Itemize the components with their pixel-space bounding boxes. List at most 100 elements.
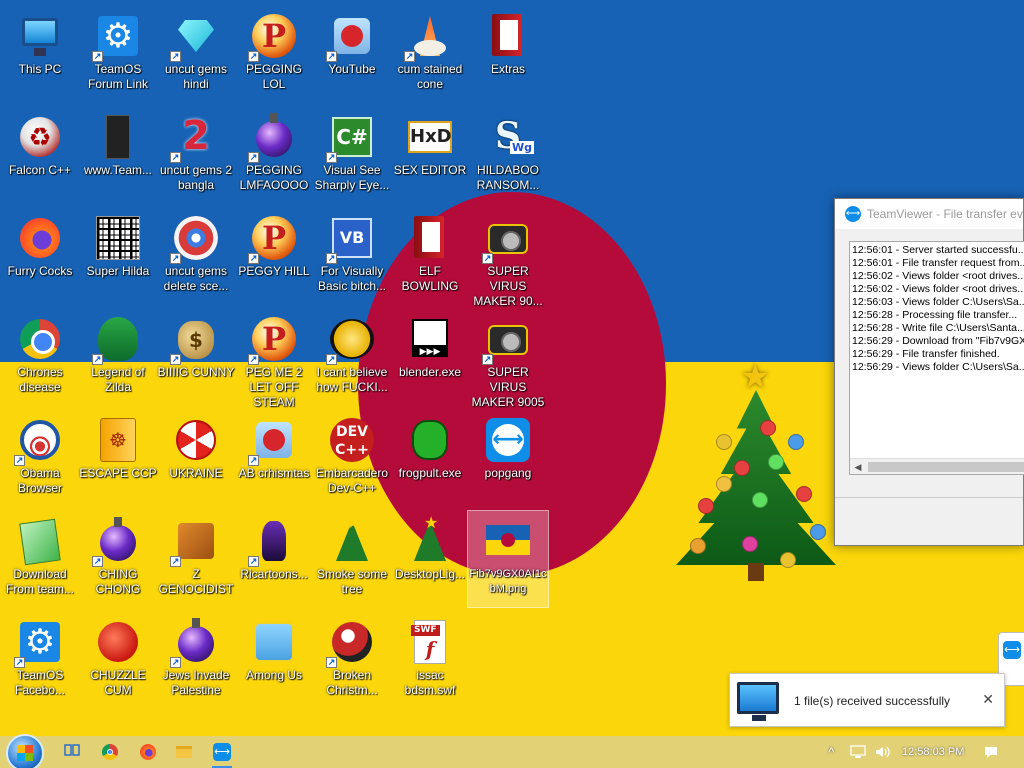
window-titlebar[interactable]: ⟷ TeamViewer - File transfer eve... (835, 199, 1023, 229)
icon-label: CHUZZLE CUM (90, 668, 146, 697)
ornament (752, 492, 768, 508)
peggle-icon: P ↗ (248, 315, 298, 365)
desktop-icon-received-png[interactable]: Fib7v9GX0AI1cbM.png (467, 510, 549, 608)
desktop-icon-elf-bowling[interactable]: ELF BOWLING (390, 208, 470, 304)
desktop-icon-super-virus-maker-9005[interactable]: ↗ SUPER VIRUS MAKER 9005 (468, 309, 548, 409)
icon-label: Jews Invade Palestine (162, 668, 230, 697)
bomb-icon: ↗ (248, 113, 298, 163)
chrome-icon[interactable] (98, 740, 122, 764)
icon-label: issac bdsm.swf (404, 668, 456, 697)
icon-label: Ricartoons... (240, 567, 308, 581)
camera-icon: ↗ (482, 315, 532, 365)
volume-icon[interactable] (874, 736, 892, 768)
mahjong-tile-icon: ☸ (94, 416, 142, 464)
icon-label: HILDABOO RANSOM... (476, 163, 540, 192)
ornament-icon: ↗ (326, 618, 376, 668)
start-button[interactable] (6, 734, 44, 768)
log-line: 12:56:28 - Write file C:\Users\Santa... (852, 322, 1024, 334)
desktop-icon-download-from-team[interactable]: Download From team... (0, 511, 80, 607)
log-line: 12:56:29 - File transfer finished. (852, 348, 1000, 360)
desktop-icon-firefox[interactable]: Furry Cocks (0, 208, 80, 304)
desktop-icon-obama-browser[interactable]: ↗ Obama Browser (0, 410, 80, 506)
task-view-icon[interactable] (60, 740, 84, 764)
desktop-icon-escape-ccp[interactable]: ☸ ESCAPE CCP (78, 410, 158, 506)
desktop-icon-ukraine[interactable]: UKRAINE (156, 410, 236, 506)
desktop-icon-popgang[interactable]: popgang (468, 410, 548, 506)
desktop-icon-super-virus-maker-90[interactable]: ↗ SUPER VIRUS MAKER 90... (468, 208, 548, 308)
icon-label: Smoke some tree (316, 567, 388, 596)
desktop-icon-broken-christmas[interactable]: ↗ Broken Christm... (312, 612, 392, 708)
desktop-icon-cone[interactable]: ↗ cum stained cone (390, 6, 470, 102)
event-log[interactable]: 12:56:01 - Server started successfu... 12… (849, 241, 1024, 475)
desktop-icon-uncut-gems-delete[interactable]: ↗ uncut gems delete sce... (156, 208, 236, 304)
firefox-icon (16, 214, 64, 262)
desktop-icon-pegging-lol[interactable]: P ↗ PEGGING LOL (234, 6, 314, 102)
teamviewer-file-transfer-window[interactable]: ⟷ TeamViewer - File transfer eve... 12:5… (834, 198, 1024, 546)
scroll-left-icon[interactable]: ◀ (852, 461, 864, 473)
desktop-icon-money-bag[interactable]: $ ↗ BIIIIG CUNNY (156, 309, 236, 405)
tray-overflow-chevron-icon[interactable]: ^ (828, 736, 835, 768)
desktop-icon-peggy-hill[interactable]: P ↗ PEGGY HILL (234, 208, 314, 304)
desktop-icon-this-pc[interactable]: This PC (0, 6, 80, 102)
desktop-icon-extras[interactable]: Extras (468, 6, 548, 102)
desktop-icon-super-hilda[interactable]: Super Hilda (78, 208, 158, 304)
file-icon (94, 113, 142, 161)
icon-label: Legend of Zilda (91, 365, 145, 394)
desktop-icon-youtube[interactable]: ↗ YouTube (312, 6, 392, 102)
icon-label: ELF BOWLING (401, 264, 459, 293)
desktop-icon-swf[interactable]: SWF f issac bdsm.swf (390, 612, 470, 708)
desktop-icon-smoke-some-tree[interactable]: ★ Smoke some tree (312, 511, 392, 607)
clock[interactable]: 12:58:03 PM (902, 736, 964, 768)
file-explorer-icon[interactable] (172, 740, 196, 764)
desktop-icon-desktop-lights[interactable]: ★ DesktopLig... (390, 511, 470, 607)
desktop-icon-among-us[interactable]: Among Us (234, 612, 314, 708)
desktop-icon-uncut-gems-2[interactable]: 2 ↗ uncut gems 2 bangla (156, 107, 236, 203)
desktop-icon-z-genocidist[interactable]: ↗ Z GENOCIDIST (156, 511, 236, 607)
file-received-notification[interactable]: 1 file(s) received successfully ✕ (729, 673, 1005, 727)
disc-icon: ↗ (170, 214, 220, 264)
desktop-icon-hex-editor[interactable]: HxD SEX EDITOR (390, 107, 470, 203)
desktop-icon-hildaboo[interactable]: S Wg HILDABOO RANSOM... (468, 107, 548, 203)
desktop-icon-chuzzle[interactable]: CHUZZLE CUM (78, 612, 158, 708)
desktop-icon-teamos-forum[interactable]: ⚙ ↗ TeamOS Forum Link (78, 6, 158, 102)
scrollbar-thumb[interactable] (868, 462, 1024, 472)
star-icon: ★ (740, 358, 771, 396)
close-icon[interactable]: ✕ (982, 692, 994, 706)
log-line: 12:56:02 - Views folder <root drives... (852, 283, 1024, 295)
desktop-icon-falcon[interactable]: ♻ Falcon C++ (0, 107, 80, 203)
ornament (768, 454, 784, 470)
desktop-icon-visual-basic[interactable]: VB ↗ For Visually Basic bitch... (312, 208, 392, 304)
icon-label: Among Us (245, 668, 303, 682)
icon-label: Embarcadero Dev-C++ (315, 466, 389, 495)
desktop-icon-uncut-gems-hindi[interactable]: ↗ uncut gems hindi (156, 6, 236, 102)
desktop-icon-pegging-lmfao[interactable]: ↗ PEGGING LMFAOOOO (234, 107, 314, 203)
desktop-icon-legend-of-zilda[interactable]: ↗ Legend of Zilda (78, 309, 158, 405)
desktop-icon-invade[interactable]: ↗ Jews Invade Palestine (156, 612, 236, 708)
icon-label: TeamOS Forum Link (87, 62, 149, 91)
firefox-icon[interactable] (136, 740, 160, 764)
desktop-icon-dev-cpp[interactable]: DEV C++ Embarcadero Dev-C++ (312, 410, 392, 506)
action-center-icon[interactable] (984, 736, 1000, 768)
log-line: 12:56:01 - File transfer request from... (852, 257, 1024, 269)
icon-label: SEX EDITOR (393, 163, 467, 177)
desktop-icon-visual-csharp[interactable]: C# ↗ Visual See Sharply Eye... (312, 107, 392, 203)
desktop-icon-ab-christmas[interactable]: ↗ AB crhismtas (234, 410, 314, 506)
desktop-icon-teamos-facebook[interactable]: ⚙ ↗ TeamOS Facebo... (0, 612, 80, 708)
desktop-icon-cant-believe[interactable]: ↗ I cant believe how FUCKI... (312, 309, 392, 405)
desktop-icon-peg-me-2[interactable]: P ↗ PEG ME 2 LET OFF STEAM (234, 309, 314, 409)
desktop-icon-frogpult[interactable]: frogpult.exe (390, 410, 470, 506)
gear-icon: ⚙ ↗ (14, 618, 64, 668)
teamviewer-taskbar-icon[interactable]: ⟷ (210, 740, 234, 768)
desktop-icon-blender[interactable]: blender.exe (390, 309, 470, 405)
desktop-icon-ricartoons[interactable]: ↗ Ricartoons... (234, 511, 314, 607)
desktop-icon-www-team[interactable]: www.Team... (78, 107, 158, 203)
hxd-icon: HxD (406, 113, 454, 161)
desktop-icon-ching-chong[interactable]: ↗ CHING CHONG (78, 511, 158, 607)
desktop-icon-chrome[interactable]: Chrones disease (0, 309, 80, 405)
icon-label: Chrones disease (17, 365, 63, 394)
network-icon[interactable] (850, 736, 868, 768)
horizontal-scrollbar[interactable]: ◀ (850, 458, 1024, 474)
teamviewer-icon: ⟷ (845, 206, 861, 222)
icon-label: Broken Christm... (326, 668, 378, 697)
icon-label: uncut gems hindi (164, 62, 228, 91)
